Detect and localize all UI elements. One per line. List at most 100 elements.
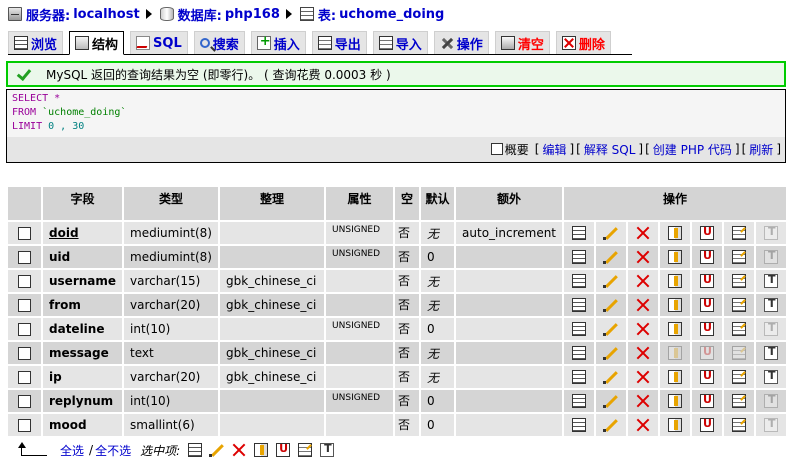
row-checkbox[interactable]: [18, 419, 31, 432]
fulltext-icon[interactable]: [764, 321, 779, 337]
header-field[interactable]: 字段: [43, 187, 123, 220]
fulltext-icon[interactable]: [764, 345, 779, 361]
drop-icon[interactable]: [636, 418, 650, 432]
tab-empty[interactable]: 清空: [494, 31, 550, 54]
drop-icon[interactable]: [636, 346, 650, 360]
index-icon[interactable]: [732, 346, 747, 361]
row-checkbox[interactable]: [18, 299, 31, 312]
browse-icon[interactable]: [572, 226, 587, 241]
tab-operations[interactable]: 操作: [433, 31, 489, 54]
browse-icon[interactable]: [572, 394, 587, 409]
drop-icon[interactable]: [636, 394, 650, 408]
drop-icon[interactable]: [636, 274, 650, 288]
drop-icon[interactable]: [636, 322, 650, 336]
browse-icon[interactable]: [572, 298, 587, 313]
row-checkbox[interactable]: [18, 323, 31, 336]
primary-key-icon[interactable]: [668, 274, 683, 289]
unique-icon[interactable]: [700, 249, 715, 265]
server-link[interactable]: localhost: [73, 7, 139, 22]
edit-icon[interactable]: [603, 226, 618, 241]
edit-icon[interactable]: [603, 370, 618, 385]
browse-icon[interactable]: [572, 346, 587, 361]
browse-icon[interactable]: [572, 370, 587, 385]
tab-structure[interactable]: 结构: [69, 31, 125, 55]
drop-icon[interactable]: [232, 443, 246, 457]
tab-sql[interactable]: SQL: [130, 31, 188, 54]
primary-key-icon[interactable]: [668, 394, 683, 409]
fulltext-icon[interactable]: [764, 369, 779, 385]
row-checkbox[interactable]: [18, 251, 31, 264]
index-icon[interactable]: [732, 226, 747, 241]
edit-icon[interactable]: [603, 346, 618, 361]
browse-icon[interactable]: [572, 274, 587, 289]
uncheck-all-link[interactable]: 全不选: [95, 442, 131, 459]
unique-icon[interactable]: [700, 225, 715, 241]
primary-key-icon[interactable]: [668, 346, 683, 361]
unique-icon[interactable]: [700, 345, 715, 361]
unique-icon[interactable]: [700, 393, 715, 409]
fulltext-icon[interactable]: [320, 442, 335, 457]
unique-icon[interactable]: [700, 417, 715, 433]
index-icon[interactable]: [732, 370, 747, 385]
index-icon[interactable]: [732, 418, 747, 433]
edit-icon[interactable]: [603, 250, 618, 265]
edit-icon[interactable]: [603, 322, 618, 337]
browse-icon[interactable]: [572, 322, 587, 337]
unique-icon[interactable]: [700, 321, 715, 337]
primary-key-icon[interactable]: [254, 443, 269, 457]
drop-icon[interactable]: [636, 226, 650, 240]
drop-icon[interactable]: [636, 250, 650, 264]
unique-icon[interactable]: [276, 442, 291, 457]
browse-icon[interactable]: [572, 418, 587, 433]
tab-insert[interactable]: 插入: [250, 31, 306, 54]
edit-icon[interactable]: [603, 274, 618, 289]
fulltext-icon[interactable]: [764, 249, 779, 265]
create-php-code-link[interactable]: 创建 PHP 代码: [653, 141, 732, 158]
table-link[interactable]: uchome_doing: [339, 7, 444, 22]
explain-sql-link[interactable]: 解释 SQL: [584, 141, 636, 158]
fulltext-icon[interactable]: [764, 273, 779, 289]
tab-search[interactable]: 搜索: [193, 31, 245, 54]
index-icon[interactable]: [732, 322, 747, 337]
check-all-link[interactable]: 全选: [60, 442, 84, 459]
edit-icon[interactable]: [209, 443, 224, 457]
edit-icon[interactable]: [603, 418, 618, 433]
unique-icon[interactable]: [700, 369, 715, 385]
index-icon[interactable]: [298, 443, 313, 457]
index-icon[interactable]: [732, 298, 747, 313]
primary-key-icon[interactable]: [668, 298, 683, 313]
tab-browse[interactable]: 浏览: [8, 31, 64, 54]
index-icon[interactable]: [732, 250, 747, 265]
edit-icon[interactable]: [603, 298, 618, 313]
unique-icon[interactable]: [700, 273, 715, 289]
row-checkbox[interactable]: [18, 371, 31, 384]
unique-icon[interactable]: [700, 297, 715, 313]
fulltext-icon[interactable]: [764, 417, 779, 433]
index-icon[interactable]: [732, 274, 747, 289]
tab-drop[interactable]: 删除: [555, 31, 611, 54]
row-checkbox[interactable]: [18, 227, 31, 240]
profiling-checkbox[interactable]: [490, 143, 503, 155]
browse-icon[interactable]: [572, 250, 587, 265]
row-checkbox[interactable]: [18, 395, 31, 408]
primary-key-icon[interactable]: [668, 322, 683, 337]
edit-icon[interactable]: [603, 394, 618, 409]
tab-import[interactable]: 导入: [372, 31, 428, 54]
edit-query-link[interactable]: 编辑: [542, 141, 566, 158]
primary-key-icon[interactable]: [668, 370, 683, 385]
drop-icon[interactable]: [636, 370, 650, 384]
browse-icon[interactable]: [188, 443, 203, 457]
row-checkbox[interactable]: [18, 347, 31, 360]
row-checkbox[interactable]: [18, 275, 31, 288]
refresh-link[interactable]: 刷新: [749, 141, 773, 158]
fulltext-icon[interactable]: [764, 297, 779, 313]
primary-key-icon[interactable]: [668, 250, 683, 265]
database-link[interactable]: php168: [225, 7, 280, 22]
fulltext-icon[interactable]: [764, 225, 779, 241]
primary-key-icon[interactable]: [668, 226, 683, 241]
fulltext-icon[interactable]: [764, 393, 779, 409]
tab-export[interactable]: 导出: [311, 31, 367, 54]
index-icon[interactable]: [732, 394, 747, 409]
primary-key-icon[interactable]: [668, 418, 683, 433]
drop-icon[interactable]: [636, 298, 650, 312]
